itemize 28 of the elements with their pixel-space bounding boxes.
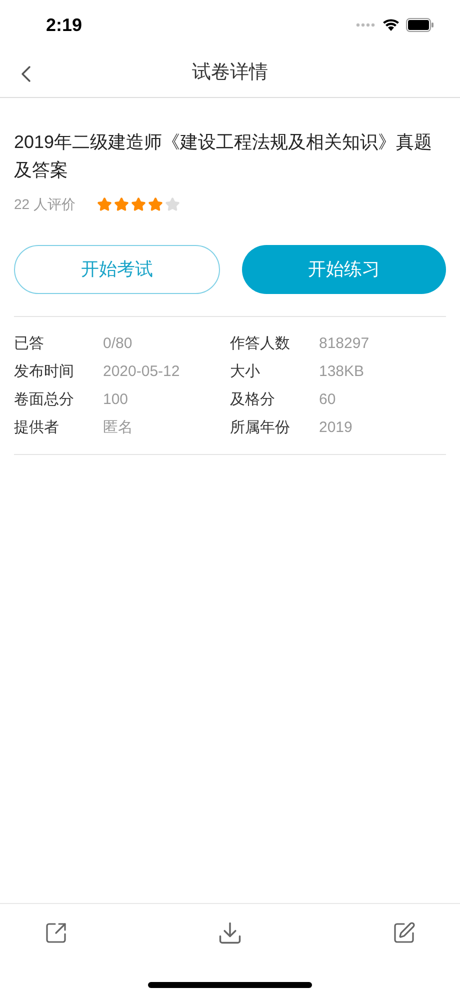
info-label: 所属年份	[230, 418, 291, 438]
info-value: 匿名	[103, 418, 133, 438]
info-value: 100	[103, 390, 128, 410]
info-label: 大小	[230, 362, 261, 382]
info-value: 818297	[319, 334, 370, 354]
info-label: 卷面总分	[14, 390, 75, 410]
start-exam-button[interactable]: 开始考试	[14, 245, 220, 294]
edit-icon[interactable]	[392, 921, 416, 945]
wifi-icon	[382, 18, 400, 32]
info-value: 2020-05-12	[103, 362, 180, 382]
info-label: 已答	[14, 334, 45, 354]
download-icon[interactable]	[217, 920, 243, 946]
info-value: 138KB	[319, 362, 364, 382]
signal-icon	[356, 23, 376, 27]
info-label: 发布时间	[14, 362, 75, 382]
rating-count: 22 人评价	[14, 195, 76, 214]
page-title: 试卷详情	[192, 61, 268, 86]
info-label: 及格分	[230, 390, 276, 410]
start-practice-button[interactable]: 开始练习	[242, 245, 446, 294]
info-label: 提供者	[14, 418, 60, 438]
info-value: 0/80	[103, 334, 132, 354]
info-label: 作答人数	[230, 334, 291, 354]
battery-icon	[406, 18, 434, 32]
info-value: 60	[319, 390, 336, 410]
share-icon[interactable]	[44, 921, 68, 945]
paper-title: 2019年二级建造师《建设工程法规及相关知识》真题及答案	[14, 131, 434, 182]
info-value: 2019	[319, 418, 352, 438]
status-time: 2:19	[46, 14, 82, 36]
